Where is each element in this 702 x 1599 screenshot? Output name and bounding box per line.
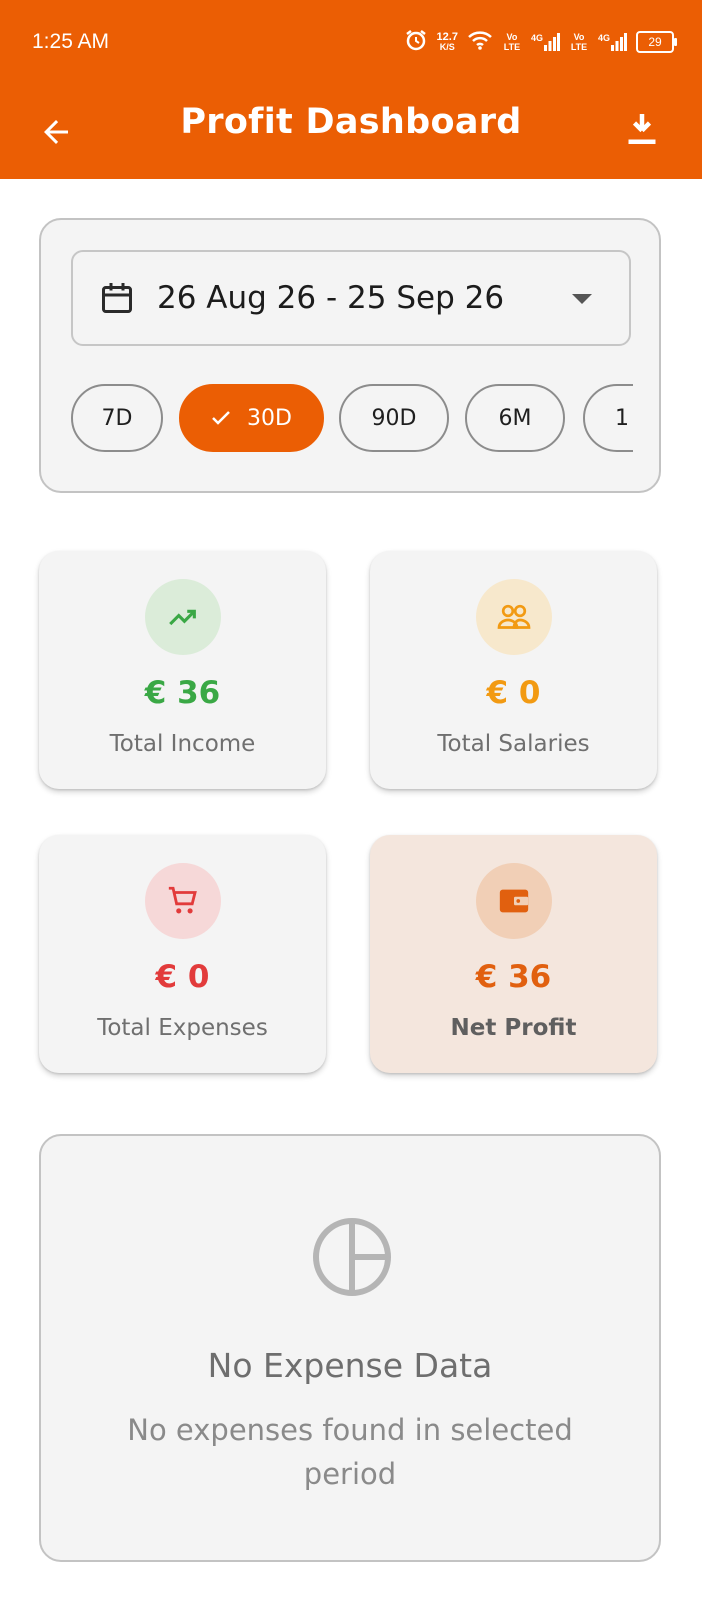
status-icons: 12.7 K/S Vo LTE 4G Vo LTE 4G 29: [404, 28, 677, 56]
status-bar: 1:25 AM 12.7 K/S Vo LTE 4G Vo LTE 4G 29: [0, 0, 702, 90]
empty-state-title: No Expense Data: [207, 1346, 493, 1385]
download-button[interactable]: [620, 107, 664, 151]
total-salaries-label: Total Salaries: [437, 731, 590, 757]
total-salaries-value: € 0: [486, 675, 541, 711]
app-bar: Profit Dashboard: [0, 90, 702, 179]
net-speed-unit: K/S: [439, 42, 455, 52]
total-expenses-card: € 0 Total Expenses: [39, 835, 326, 1073]
pie-chart-icon: [313, 1218, 391, 1296]
net-profit-label: Net Profit: [450, 1015, 577, 1041]
total-expenses-label: Total Expenses: [97, 1015, 268, 1041]
alarm-icon: [404, 28, 428, 56]
chevron-down-icon: [569, 286, 595, 312]
net-profit-card: € 36 Net Profit: [370, 835, 657, 1073]
sim1-network: 4G: [530, 33, 543, 43]
check-icon: [211, 410, 231, 426]
wifi-icon: [467, 29, 493, 55]
download-icon: [628, 114, 656, 144]
signal-icon: 4G: [531, 33, 560, 51]
trending-up-icon: [145, 579, 221, 655]
calendar-icon: [97, 278, 137, 318]
chip-label: 1: [615, 405, 629, 431]
date-range-selector[interactable]: 26 Aug 26 - 25 Sep 26: [71, 250, 631, 346]
net-profit-value: € 36: [475, 959, 552, 995]
signal-icon: 4G: [598, 33, 627, 51]
total-expenses-value: € 0: [155, 959, 210, 995]
date-filter-card: 26 Aug 26 - 25 Sep 26 7D 30D 90D 6M 1: [39, 218, 661, 493]
net-speed: 12.7 K/S: [436, 31, 458, 53]
total-income-value: € 36: [144, 675, 221, 711]
chip-30d[interactable]: 30D: [179, 384, 324, 452]
status-time: 1:25 AM: [32, 30, 110, 53]
chip-7d[interactable]: 7D: [71, 384, 163, 452]
chip-1y[interactable]: 1: [583, 384, 633, 452]
sim2-network: 4G: [597, 33, 610, 43]
wallet-icon: [476, 863, 552, 939]
total-income-card: € 36 Total Income: [39, 551, 326, 789]
chip-label: 90D: [371, 405, 417, 431]
period-chips: 7D 30D 90D 6M 1: [71, 384, 633, 456]
people-icon: [476, 579, 552, 655]
sim1-volte: Vo LTE: [503, 32, 521, 52]
battery-icon: 29: [636, 31, 677, 53]
chip-label: 30D: [247, 405, 292, 431]
net-speed-value: 12.7: [436, 31, 458, 43]
sim2-volte: Vo LTE: [570, 32, 588, 52]
total-salaries-card: € 0 Total Salaries: [370, 551, 657, 789]
expense-chart-card: No Expense Data No expenses found in sel…: [39, 1134, 661, 1562]
chip-90d[interactable]: 90D: [339, 384, 449, 452]
chip-label: 7D: [101, 405, 133, 431]
empty-state-subtitle: No expenses found in selected period: [127, 1413, 573, 1491]
chip-6m[interactable]: 6M: [465, 384, 565, 452]
date-range-text: 26 Aug 26 - 25 Sep 26: [157, 280, 505, 316]
total-income-label: Total Income: [109, 731, 256, 757]
cart-icon: [145, 863, 221, 939]
page-title: Profit Dashboard: [180, 102, 522, 142]
chip-label: 6M: [498, 405, 532, 431]
